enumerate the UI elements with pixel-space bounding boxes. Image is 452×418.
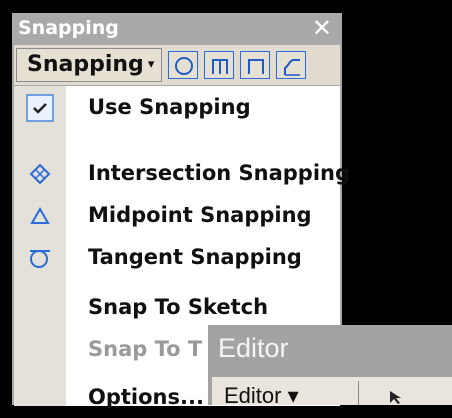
menu-item-label: Snap To T: [88, 337, 203, 361]
snapping-dropdown-button[interactable]: Snapping ▾: [16, 48, 162, 82]
menu-item-label: Use Snapping: [88, 95, 251, 119]
circle-snap-icon: [175, 57, 193, 75]
menu-item-label: Options...: [88, 385, 204, 409]
midpoint-triangle-icon: [30, 206, 50, 224]
menu-item-use-snapping[interactable]: Use Snapping: [14, 88, 340, 128]
midpoint-snap-icon: [212, 59, 228, 74]
curve-snap-icon: [284, 59, 300, 76]
square-snap-button[interactable]: [240, 51, 270, 79]
editor-toolbar-window: Editor Editor ▾: [208, 325, 452, 408]
snapping-dropdown-label: Snapping: [27, 52, 144, 77]
toolbar-separator: [358, 381, 359, 405]
intersection-icon: [29, 163, 51, 185]
menu-item-label: Snap To Sketch: [88, 295, 269, 319]
editor-toolbar: Editor ▾: [212, 377, 452, 408]
menu-item-intersection-snapping[interactable]: Intersection Snapping: [14, 154, 350, 194]
edit-tool-arrow-icon[interactable]: [388, 389, 404, 405]
close-icon[interactable]: ✕: [312, 14, 332, 42]
menu-item-label: Intersection Snapping: [88, 161, 351, 185]
snapping-toolbar: Snapping ▾: [14, 45, 340, 85]
editor-dropdown-button[interactable]: Editor ▾: [224, 383, 299, 409]
midpoint-snap-button[interactable]: [204, 51, 234, 79]
snapping-window-title: Snapping: [18, 17, 119, 39]
chevron-down-icon: ▾: [147, 57, 155, 72]
menu-item-snap-to-sketch[interactable]: Snap To Sketch: [14, 288, 340, 328]
menu-item-label: Tangent Snapping: [88, 245, 302, 269]
snapping-titlebar[interactable]: Snapping ✕: [12, 13, 342, 43]
curve-snap-button[interactable]: [276, 51, 306, 79]
check-icon: [26, 94, 54, 122]
tangent-icon: [30, 250, 50, 268]
square-snap-icon: [248, 59, 264, 74]
menu-item-tangent-snapping[interactable]: Tangent Snapping: [14, 238, 340, 278]
circle-snap-button[interactable]: [168, 51, 198, 79]
menu-item-midpoint-snapping[interactable]: Midpoint Snapping: [14, 196, 340, 236]
editor-window-title[interactable]: Editor: [218, 333, 289, 364]
menu-item-label: Midpoint Snapping: [88, 203, 312, 227]
